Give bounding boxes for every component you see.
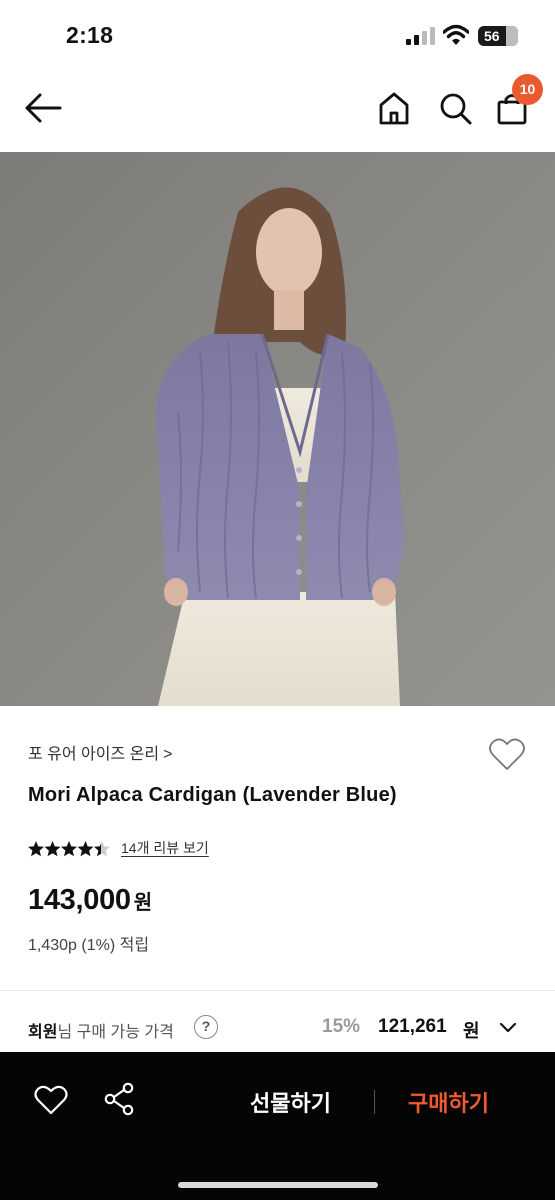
wifi-icon xyxy=(443,24,469,45)
divider xyxy=(374,1090,375,1114)
rating-stars xyxy=(28,841,110,857)
price-unit: 원 xyxy=(133,892,153,914)
price: 143,000 원 xyxy=(28,884,152,917)
product-name: Mori Alpaca Cardigan (Lavender Blue) xyxy=(28,784,397,806)
member-price-label: 회원님 구매 가능 가격 xyxy=(28,1018,174,1042)
product-photo xyxy=(0,152,555,706)
home-indicator xyxy=(178,1182,378,1188)
divider xyxy=(0,990,555,991)
top-navigation xyxy=(0,70,555,152)
price-value: 143,000 xyxy=(28,884,131,916)
member-discount-rate: 15% xyxy=(322,1016,361,1037)
home-icon[interactable] xyxy=(377,90,411,126)
status-bar: 2:18 56 xyxy=(0,0,555,70)
cart-count-badge: 10 xyxy=(512,74,543,105)
bottom-action-bar: 선물하기 구매하기 xyxy=(0,1052,555,1200)
member-label-bold: 회원 xyxy=(28,1024,58,1041)
chevron-down-icon[interactable] xyxy=(498,1020,518,1036)
member-label-rest: 님 구매 가능 가격 xyxy=(57,1024,174,1041)
reward-points: 1,430p (1%) 적립 xyxy=(28,937,150,954)
buy-button[interactable]: 구매하기 xyxy=(408,1086,489,1118)
gift-button[interactable]: 선물하기 xyxy=(250,1086,331,1118)
search-icon[interactable] xyxy=(438,90,472,126)
help-icon[interactable]: ? xyxy=(194,1015,218,1039)
brand-link[interactable]: 포 유어 아이즈 온리 > xyxy=(28,740,172,764)
brand-name: 포 유어 아이즈 온리 xyxy=(28,746,160,763)
share-icon[interactable] xyxy=(103,1082,135,1116)
wishlist-heart-icon[interactable] xyxy=(488,736,526,772)
battery-icon: 56 xyxy=(478,26,518,46)
member-price-row[interactable]: 회원님 구매 가능 가격 ? 15% 121,261 원 xyxy=(0,1006,555,1052)
battery-level: 56 xyxy=(484,28,500,44)
cellular-signal-icon xyxy=(406,27,435,45)
member-price-unit: 원 xyxy=(463,1021,480,1041)
member-price-value: 121,261 xyxy=(378,1016,447,1037)
back-arrow-icon[interactable] xyxy=(24,92,62,124)
heart-icon[interactable] xyxy=(34,1084,68,1116)
chevron-right-icon: > xyxy=(163,746,173,763)
review-link[interactable]: 14개 리뷰 보기 xyxy=(121,838,209,858)
status-time: 2:18 xyxy=(66,22,114,48)
